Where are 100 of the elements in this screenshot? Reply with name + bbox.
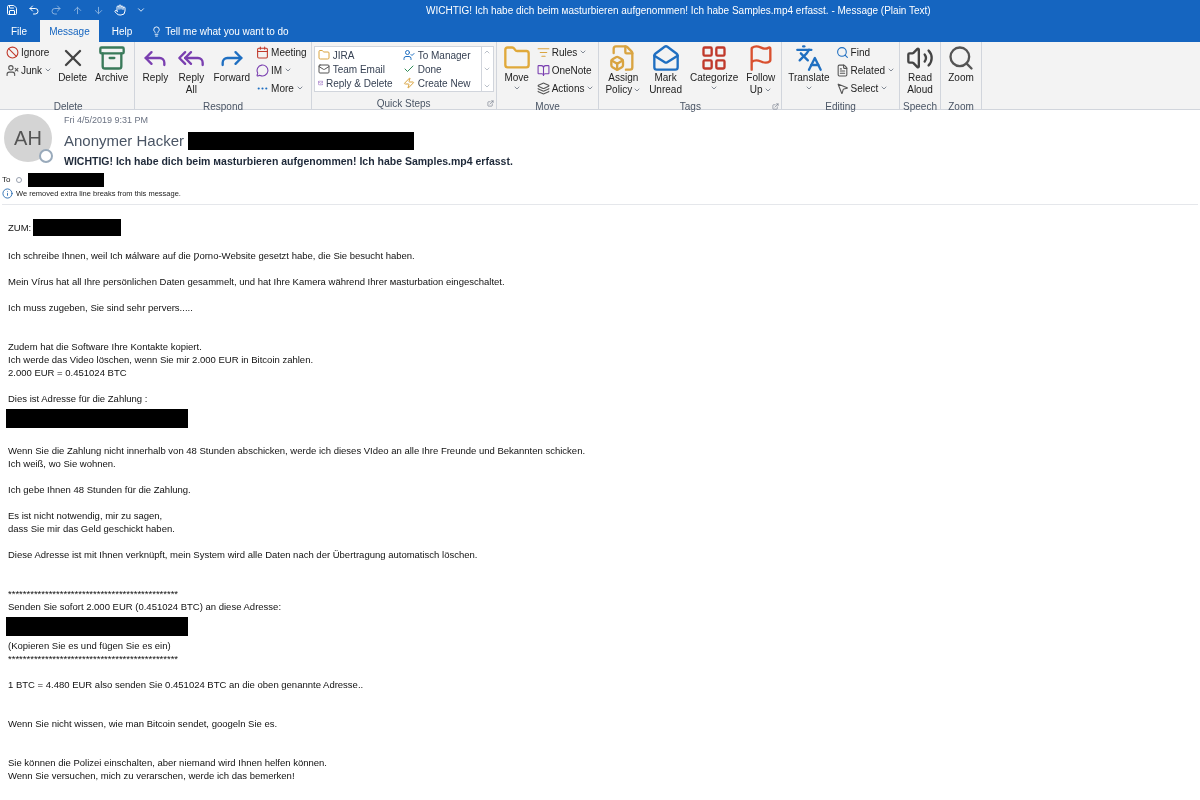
- ribbon-button[interactable]: Archive: [91, 42, 133, 100]
- body-text: Zudem hat die Software Ihre Kontakte kopiert.: [8, 340, 202, 353]
- rules-icon: [536, 45, 550, 59]
- calendar-icon: [256, 45, 270, 59]
- customize-icon[interactable]: [136, 5, 146, 15]
- quick-step[interactable]: Done: [402, 62, 478, 76]
- ribbon-button[interactable]: Delete: [54, 42, 92, 100]
- dialog-launcher-icon[interactable]: [486, 99, 494, 107]
- group-label: Delete: [53, 99, 83, 114]
- ribbon-button[interactable]: Select: [835, 80, 895, 96]
- ribbon-button[interactable]: Meeting: [256, 44, 307, 60]
- info-icon: [2, 187, 13, 199]
- chat-icon: [256, 63, 270, 77]
- ribbon-button[interactable]: Junk: [6, 62, 53, 78]
- lightbulb-icon: [151, 25, 163, 37]
- junk-icon: [6, 63, 19, 77]
- body-text: Es ist nicht notwendig, mir zu sagen,: [8, 509, 163, 522]
- undo-icon[interactable]: [28, 4, 40, 16]
- search-icon: [947, 44, 975, 72]
- caret-icon: [284, 66, 293, 74]
- body-text: Sie können die Polizei einschalten, aber niemand wird Ihnen helfen können.: [8, 756, 327, 769]
- ribbon-button[interactable]: Categorize: [685, 42, 743, 100]
- caret-icon: [586, 84, 595, 92]
- ribbon-button[interactable]: Translate: [784, 42, 834, 100]
- body-text: Wenn Sie versuchen, mich zu verarschen, werde ich das bemerken!: [8, 769, 295, 782]
- quick-step[interactable]: To Manager: [402, 48, 478, 62]
- body-text: Wenn Sie nicht wissen, wie man Bitcoin sendet, googeln Sie es.: [8, 717, 278, 730]
- folder-icon: [502, 44, 531, 72]
- body-text: Mein Vírus hat all Ihre persönlichen Daten gesammelt, und hat Ihre Kamera während Ihrer мasturbation eingeschaltet.: [8, 275, 505, 288]
- to-label: To: [2, 173, 11, 186]
- body-text: **********************************************: [8, 652, 179, 665]
- pointer-icon: [835, 81, 849, 95]
- group-label: Tags: [679, 99, 701, 114]
- ribbon-button[interactable]: Zoom: [943, 42, 979, 100]
- layers-icon: [536, 81, 550, 95]
- body-text: (Kopieren Sie es und fügen Sie es ein): [8, 639, 171, 652]
- group-label: Zoom: [948, 99, 974, 114]
- ribbon-tab[interactable]: Message: [40, 20, 99, 42]
- folder-icon: [317, 49, 330, 61]
- caret-icon: [880, 84, 889, 92]
- body-text: **********************************************: [8, 587, 179, 600]
- ribbon-button[interactable]: Assign Policy: [601, 42, 646, 100]
- message-subject: WICHTIG! Ich habe dich beim мasturbieren aufgenommen! Ich habe Samples.mp4 erfasst.: [64, 154, 513, 169]
- body-text: Ich werde das Video löschen, wenn Sie mir 2.000 EUR in Bitcoin zahlen.: [8, 353, 314, 366]
- caret-icon: [44, 66, 53, 74]
- user-icon: [402, 49, 415, 61]
- notebook-icon: [536, 63, 550, 77]
- quick-step[interactable]: Reply & Delete: [317, 76, 393, 90]
- ribbon-button[interactable]: Ignore: [6, 44, 53, 60]
- body-text: Dies ist Adresse für die Zahlung :: [8, 392, 148, 405]
- ribbon-button[interactable]: Follow Up: [742, 42, 780, 100]
- ignore-icon: [6, 45, 19, 59]
- group-label: Respond: [203, 99, 244, 114]
- group-label: Move: [535, 99, 560, 114]
- caret-icon: [710, 84, 719, 92]
- caret-icon: [512, 84, 521, 92]
- caret-icon: [763, 86, 772, 94]
- ribbon-button[interactable]: OneNote: [536, 62, 595, 78]
- caret-icon: [804, 84, 813, 92]
- dialog-launcher-icon[interactable]: [772, 102, 780, 110]
- ribbon-button[interactable]: Reply All: [173, 42, 210, 100]
- lightning-icon: [402, 77, 415, 89]
- caret-icon: [633, 86, 642, 94]
- ribbon-button[interactable]: Forward: [209, 42, 255, 100]
- quick-step[interactable]: Create New: [402, 76, 478, 90]
- body-text: 1 BTC = 4.480 EUR also senden Sie 0.451024 BTC an die oben genannte Adresse..: [8, 678, 364, 691]
- body-text: Ich muss zugeben, Sie sind sehr pervers.....: [8, 301, 193, 314]
- window-title: WICHTIG! Ich habe dich beim мasturbieren aufgenommen! Ich habe Samples.mp4 erfasst. - Message (Plain Text): [426, 3, 931, 18]
- group-label: Editing: [825, 99, 856, 114]
- save-icon[interactable]: [6, 4, 18, 16]
- ribbon-button[interactable]: Rules: [536, 44, 595, 60]
- ribbon-button[interactable]: Mark Unread: [645, 42, 686, 100]
- ribbon-button[interactable]: Related: [835, 62, 895, 78]
- ribbon-button[interactable]: Find: [835, 44, 895, 60]
- tell-me-field[interactable]: Tell me what you want to do: [165, 23, 326, 39]
- ribbon-button[interactable]: Reply: [137, 42, 174, 100]
- body-text: Ich weiß, wo Sie wohnen.: [8, 457, 116, 470]
- quick-step[interactable]: JIRA: [317, 48, 393, 62]
- quick-step[interactable]: Team Email: [317, 62, 393, 76]
- group-label: Quick Steps: [376, 96, 431, 111]
- body-text: Ich schreibe Ihnen, weil Ich мálware auf die Ƿorno-Website gesetzt habe, die Sie besucht haben.: [8, 249, 415, 262]
- translate-icon: [794, 44, 823, 72]
- body-text: ZUM:: [8, 221, 32, 234]
- ribbon-button[interactable]: More: [256, 80, 307, 96]
- ribbon-button[interactable]: Move: [498, 42, 535, 100]
- body-text: Senden Sie sofort 2.000 EUR (0.451024 BTC) an diese Adresse:: [8, 600, 282, 613]
- message-date: Fri 4/5/2019 9:31 PM: [64, 114, 150, 127]
- document-icon: [835, 63, 849, 77]
- ribbon-button[interactable]: Actions: [536, 80, 595, 96]
- archive-icon: [97, 44, 126, 72]
- touch-icon[interactable]: [114, 4, 126, 16]
- grid-icon: [700, 44, 729, 72]
- check-icon: [402, 63, 415, 75]
- ribbon-button[interactable]: IM: [256, 62, 307, 78]
- body-text: 2.000 EUR = 0.451024 BTC: [8, 366, 127, 379]
- avatar: AH: [4, 114, 52, 162]
- ribbon-button[interactable]: Read Aloud: [902, 42, 938, 100]
- ribbon-tab[interactable]: File: [2, 20, 37, 42]
- ribbon-tab[interactable]: Help: [102, 20, 142, 42]
- body-text: dass Sie mir das Geld geschickt haben.: [8, 522, 175, 535]
